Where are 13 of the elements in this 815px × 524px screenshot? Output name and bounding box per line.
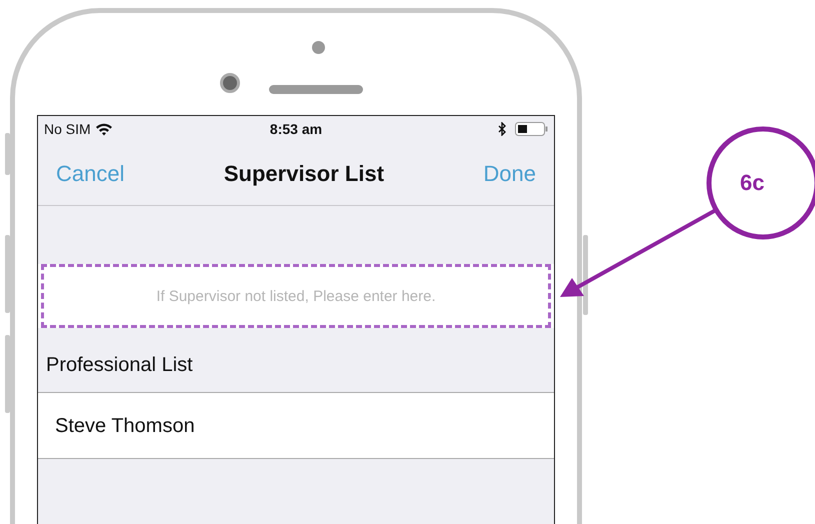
- list-row[interactable]: Steve Thomson: [38, 393, 554, 459]
- clock-text: 8:53 am: [270, 120, 322, 138]
- wifi-icon: [94, 122, 113, 136]
- callout-label: 6c: [740, 169, 764, 197]
- sensor-icon: [312, 41, 325, 54]
- done-button[interactable]: Done: [483, 157, 536, 190]
- camera-icon: [220, 73, 240, 93]
- cancel-button[interactable]: Cancel: [56, 157, 124, 190]
- bluetooth-icon: [498, 122, 507, 136]
- battery-icon: [515, 122, 548, 136]
- screen-title: Supervisor List: [224, 160, 384, 188]
- supervisor-input-field[interactable]: If Supervisor not listed, Please enter here.: [41, 264, 551, 328]
- carrier-text: No SIM: [44, 120, 91, 138]
